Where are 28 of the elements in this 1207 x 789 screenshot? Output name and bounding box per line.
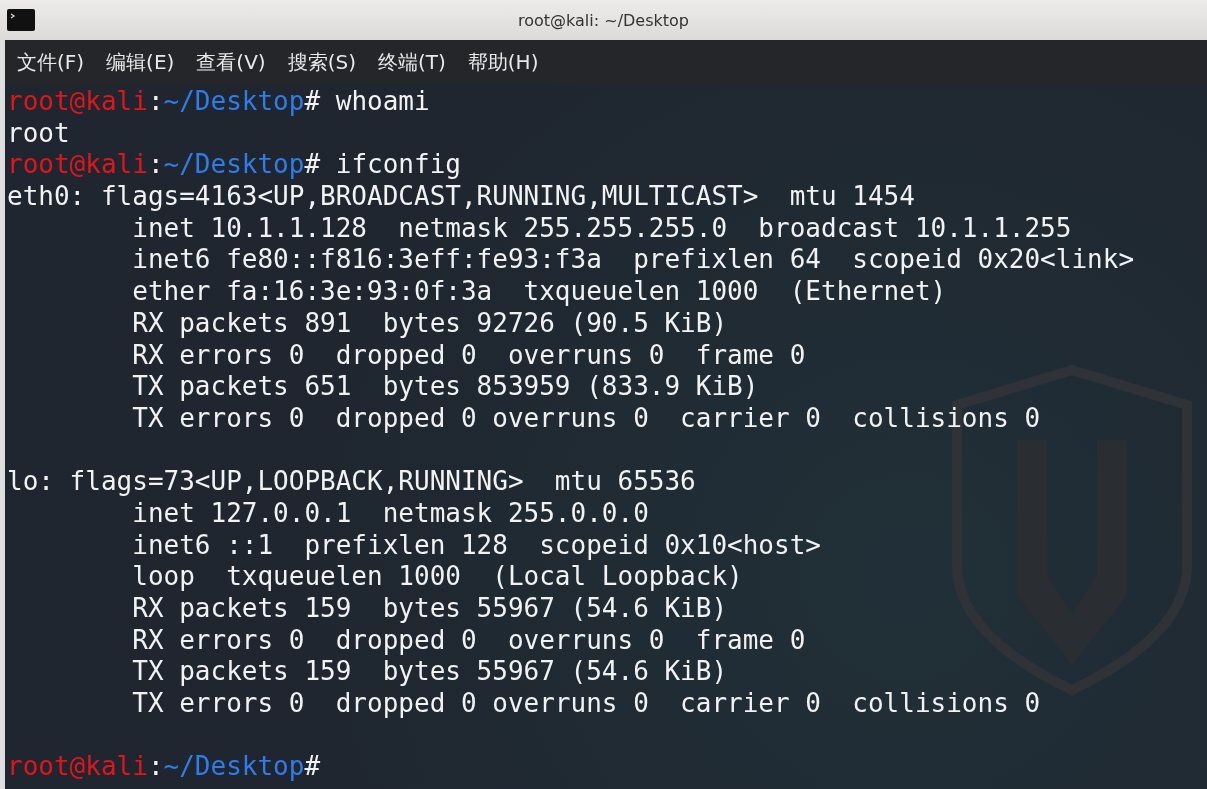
output-line: RX packets 159 bytes 55967 (54.6 KiB) [131, 593, 729, 625]
output-line: inet 10.1.1.128 netmask 255.255.255.0 broadcast 10.1.1.255 [131, 212, 1073, 245]
output-line: inet 127.0.0.1 netmask 255.0.0.0 [131, 497, 650, 530]
menu-item[interactable]: 文件(F) [9, 47, 93, 78]
output-line: ether fa:16:3e:93:0f:3a txqueuelen 1000 (Ethernet) [131, 276, 948, 308]
menu-item[interactable]: 终端(T) [369, 47, 454, 78]
output-line: TX packets 651 bytes 853959 (833.9 KiB) [131, 371, 760, 403]
output-line: TX packets 159 bytes 55967 (54.6 KiB) [131, 656, 729, 689]
prompt-line: root@kali:~/Desktop# [7, 751, 322, 784]
terminal-icon [7, 9, 35, 31]
menu-item[interactable]: 编辑(E) [98, 47, 183, 78]
menu-item[interactable]: 查看(V) [188, 47, 274, 78]
output-line: eth0: flags=4163<UP,BROADCAST,RUNNING,MULTICAST> mtu 1454 [7, 181, 916, 213]
menu-item[interactable]: 帮助(H) [459, 47, 547, 78]
output-line: inet6 ::1 prefixlen 128 scopeid 0x10<host> [131, 529, 822, 562]
output-line: TX errors 0 dropped 0 overruns 0 carrier 0 collisions 0 [131, 402, 1042, 435]
output-line: inet6 fe80::f816:3eff:fe93:f3a prefixlen 64 scopeid 0x20<link> [131, 244, 1136, 277]
output-line: RX errors 0 dropped 0 overruns 0 frame 0 [131, 624, 807, 657]
output-line: RX errors 0 dropped 0 overruns 0 frame 0 [131, 339, 807, 372]
prompt-line: root@kali:~/Desktop# whoami [7, 86, 431, 118]
output-line: RX packets 891 bytes 92726 (90.5 KiB) [131, 307, 729, 340]
output-line: TX errors 0 dropped 0 overruns 0 carrier 0 collisions 0 [131, 688, 1042, 720]
output-line: root [7, 117, 71, 150]
prompt-line: root@kali:~/Desktop# ifconfig [7, 149, 462, 182]
output-line: lo: flags=73<UP,LOOPBACK,RUNNING> mtu 65536 [7, 466, 697, 498]
output-line: loop txqueuelen 1000 (Local Loopback) [131, 561, 744, 593]
menu-item[interactable]: 搜索(S) [279, 47, 364, 78]
window-title: root@kali: ~/Desktop [518, 10, 689, 30]
